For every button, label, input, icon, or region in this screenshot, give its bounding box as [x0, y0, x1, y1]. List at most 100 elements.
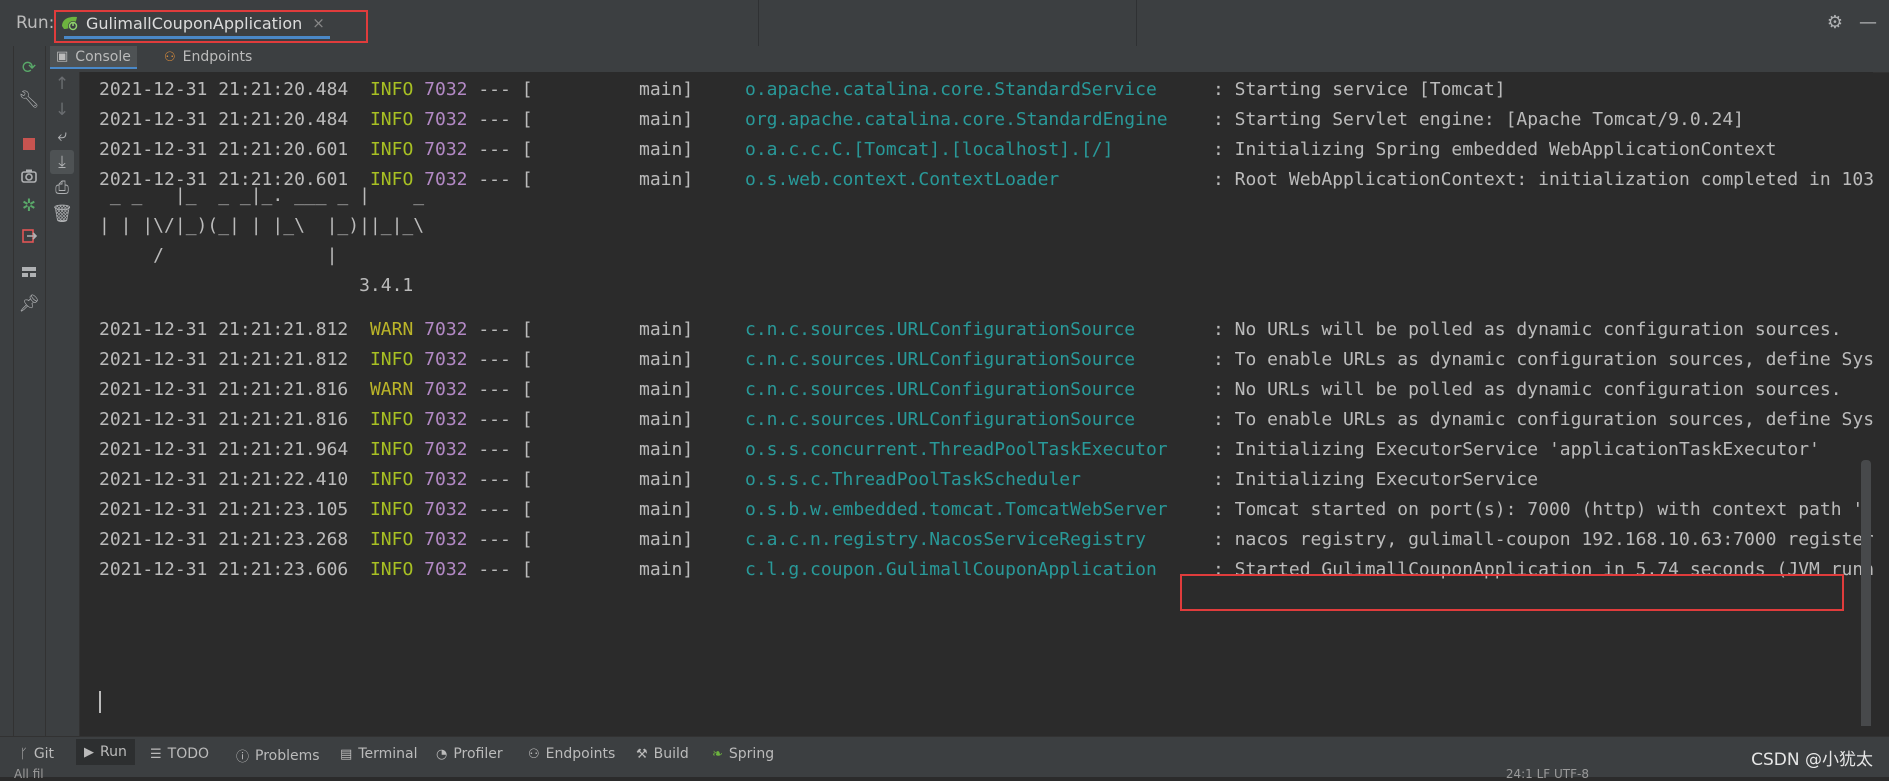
log-level: INFO — [369, 139, 414, 160]
log-message: : Root WebApplicationContext: initializa… — [1213, 169, 1873, 190]
highlight-box-run-tab — [54, 10, 368, 43]
log-level: INFO — [369, 409, 414, 430]
log-pid: 7032 — [424, 379, 468, 400]
log-timestamp: 2021-12-31 21:21:21.816 — [99, 379, 349, 400]
print-icon[interactable]: ⎙ — [50, 176, 74, 200]
tab-endpoints[interactable]: ⚇ Endpoints — [164, 49, 252, 65]
toolwindow-build-label: Build — [653, 746, 689, 762]
todo-icon: ☰ — [150, 746, 162, 762]
rerun-icon[interactable]: ⟳ — [17, 56, 41, 80]
toolwindow-profiler-label: Profiler — [453, 746, 503, 762]
log-separator: --- [ — [478, 469, 533, 490]
minimize-icon[interactable]: — — [1859, 12, 1877, 33]
log-separator: --- [ — [478, 529, 533, 550]
log-timestamp: 2021-12-31 21:21:21.812 — [99, 319, 349, 340]
camera-icon[interactable] — [17, 164, 41, 188]
console-output[interactable]: 2021-12-31 21:21:20.484 INFO 7032 --- [ m… — [80, 72, 1873, 726]
log-level: INFO — [369, 559, 414, 580]
run-subtabs: ▣ Console ⚇ Endpoints — [46, 46, 1889, 73]
toolwindow-problems[interactable]: ⓘ Problems — [236, 746, 320, 766]
toolwindow-build[interactable]: ⚒ Build — [636, 746, 689, 762]
log-timestamp: 2021-12-31 21:21:21.816 — [99, 409, 349, 430]
run-toolwindow-header: Run: GulimallCouponApplication × ⚙ — — [0, 0, 1889, 47]
log-logger[interactable]: c.l.g.coupon.GulimallCouponApplication — [745, 552, 1157, 588]
bottom-toolwindow-bar: ᚴ Git ▶ Run ☰ TODO ⓘ Problems ▤ Terminal ◔ Pro… — [0, 736, 1889, 781]
wrench-icon[interactable]: 🔧︎ — [17, 88, 41, 112]
highlight-box-tomcat-started — [1180, 574, 1844, 611]
toolwindow-spring[interactable]: ❧ Spring — [712, 746, 774, 762]
cursor-position[interactable]: 24:1 LF UTF-8 — [1506, 767, 1589, 781]
toolwindow-todo-label: TODO — [167, 746, 210, 762]
header-actions: ⚙ — — [1827, 12, 1877, 33]
tab-console[interactable]: ▣ Console — [50, 46, 137, 69]
log-thread: main] — [639, 559, 694, 580]
toolwindow-run[interactable]: ▶ Run — [76, 739, 135, 765]
watermark: CSDN @小犹太 — [1751, 750, 1873, 770]
log-separator: --- [ — [478, 109, 533, 130]
git-icon: ᚴ — [20, 746, 28, 762]
problems-icon: ⓘ — [236, 750, 250, 765]
log-pid: 7032 — [424, 409, 468, 430]
scroll-to-end-icon[interactable]: ⤓ — [50, 150, 74, 174]
toolwindow-terminal[interactable]: ▤ Terminal — [340, 746, 417, 762]
log-timestamp: 2021-12-31 21:21:21.812 — [99, 349, 349, 370]
toolwindow-run-label: Run — [100, 744, 127, 760]
build-icon: ⚒ — [636, 746, 648, 762]
vertical-scrollbar[interactable] — [1861, 460, 1871, 726]
run-toolbar-secondary: ↑ ↓ ⤶ ⤓ ⎙ 🗑︎ — [46, 72, 80, 736]
status-message: All fil — [14, 767, 44, 781]
log-timestamp: 2021-12-31 21:21:23.105 — [99, 499, 349, 520]
profiler-icon: ◔ — [436, 746, 448, 762]
toolwindow-terminal-label: Terminal — [358, 746, 418, 762]
terminal-icon: ▤ — [340, 746, 353, 762]
log-separator: --- [ — [478, 79, 533, 100]
run-toolbar-primary: ⟳ 🔧︎ ✲ 📌︎ — [14, 46, 46, 736]
log-timestamp: 2021-12-31 21:21:22.410 — [99, 469, 349, 490]
tab-endpoints-label: Endpoints — [182, 49, 253, 65]
toolwindow-problems-label: Problems — [255, 747, 320, 764]
layout-icon[interactable] — [17, 260, 41, 284]
toolwindow-profiler[interactable]: ◔ Profiler — [436, 746, 503, 762]
log-separator: --- [ — [478, 559, 533, 580]
log-timestamp: 2021-12-31 21:21:20.484 — [99, 79, 349, 100]
log-timestamp: 2021-12-31 21:21:20.601 — [99, 139, 349, 160]
log-pid: 7032 — [424, 79, 468, 100]
log-level: INFO — [369, 529, 414, 550]
log-separator: --- [ — [478, 499, 533, 520]
gear-icon[interactable]: ⚙ — [1827, 12, 1843, 33]
trash-icon[interactable]: 🗑︎ — [50, 202, 74, 226]
toolwindow-git[interactable]: ᚴ Git — [20, 746, 54, 762]
log-pid: 7032 — [424, 139, 468, 160]
tab-console-label: Console — [75, 48, 131, 65]
log-pid: 7032 — [424, 559, 468, 580]
pin-icon[interactable]: 📌︎ — [17, 292, 41, 316]
gear-run-icon[interactable]: ✲ — [17, 194, 41, 218]
log-separator: --- [ — [478, 349, 533, 370]
arrow-up-icon[interactable]: ↑ — [50, 72, 74, 96]
log-level: INFO — [369, 349, 414, 370]
log-pid: 7032 — [424, 349, 468, 370]
arrow-down-icon[interactable]: ↓ — [50, 98, 74, 122]
exit-icon[interactable] — [17, 224, 41, 248]
toolwindow-git-label: Git — [33, 746, 55, 762]
log-level: WARN — [369, 319, 414, 340]
endpoints-icon: ⚇ — [528, 746, 540, 762]
toolwindow-endpoints[interactable]: ⚇ Endpoints — [528, 746, 615, 762]
endpoints-icon: ⚇ — [164, 49, 176, 65]
run-icon: ▶ — [84, 744, 94, 760]
log-pid: 7032 — [424, 439, 468, 460]
spring-banner-version: 3.4.1 — [99, 275, 414, 296]
log-level: WARN — [369, 379, 414, 400]
stop-icon[interactable] — [17, 132, 41, 156]
log-timestamp: 2021-12-31 21:21:20.484 — [99, 109, 349, 130]
console-icon: ▣ — [56, 49, 69, 64]
log-pid: 7032 — [424, 499, 468, 520]
toolwindow-todo[interactable]: ☰ TODO — [150, 746, 209, 762]
run-label: Run: — [16, 13, 55, 33]
log-logger[interactable]: o.s.web.context.ContextLoader — [745, 162, 1059, 198]
log-separator: --- [ — [478, 439, 533, 460]
log-pid: 7032 — [424, 109, 468, 130]
log-timestamp: 2021-12-31 21:21:23.606 — [99, 559, 349, 580]
soft-wrap-icon[interactable]: ⤶ — [50, 124, 74, 148]
log-separator: --- [ — [478, 169, 533, 190]
